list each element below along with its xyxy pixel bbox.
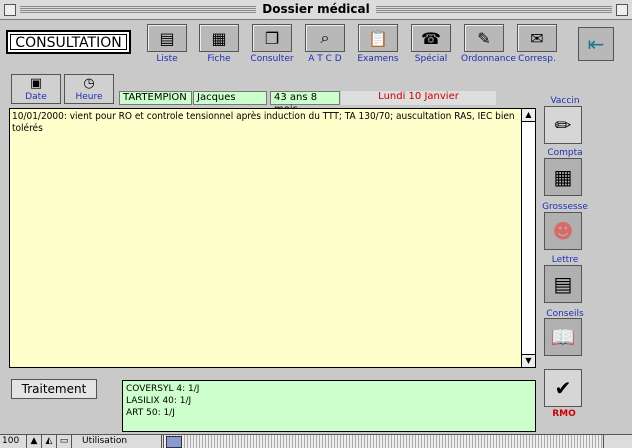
syringe-icon: ✏	[554, 113, 572, 137]
resize-grip-icon[interactable]	[603, 435, 632, 448]
baby-icon: ☻	[552, 219, 574, 243]
card-icon: ▦	[199, 24, 239, 52]
letter-icon: ▤	[553, 272, 573, 296]
conseils-button[interactable]: 📖	[544, 318, 582, 356]
date-button[interactable]: ▣ Date	[11, 74, 61, 104]
scroll-thumb[interactable]	[166, 436, 182, 448]
mode-indicator: CONSULTATION	[6, 30, 131, 54]
status-bar: 100 ▲ ◭ ▭ Utilisation	[0, 434, 632, 448]
zoom-box[interactable]	[616, 4, 628, 16]
toolbar-consulter-button[interactable]: ❐ Consulter	[249, 24, 295, 68]
grossesse-button[interactable]: ☻	[544, 212, 582, 250]
horizontal-scrollbar[interactable]	[163, 435, 602, 448]
envelope-plus-icon: ✉	[517, 24, 557, 52]
patient-first-name[interactable]: Jacques	[193, 91, 267, 105]
checkmark-tray-icon: ✔	[554, 376, 572, 400]
clock-icon: ◷	[83, 76, 95, 91]
scroll-up-arrow-icon[interactable]: ▲	[522, 109, 535, 122]
magnifier-icon: ⌕	[305, 24, 345, 52]
mode-status[interactable]: Utilisation	[72, 435, 162, 448]
patient-age: 43 ans 8 mois	[270, 91, 340, 115]
compta-label: Compta	[547, 148, 583, 158]
clipboard-icon: 📋	[358, 24, 398, 52]
heure-button[interactable]: ◷ Heure	[64, 74, 114, 104]
rmo-label: RMO	[552, 409, 576, 419]
mountain-large-icon[interactable]: ◭	[42, 435, 57, 448]
toolbar-special-button[interactable]: ☎ Spécial	[408, 24, 454, 68]
prescription-list[interactable]: COVERSYL 4: 1/J LASILIX 40: 1/J ART 50: …	[122, 380, 536, 432]
grossesse-label: Grossesse	[542, 202, 588, 212]
toolbar-examens-button[interactable]: 📋 Examens	[355, 24, 401, 68]
toolbar-fiche-button[interactable]: ▦ Fiche	[196, 24, 242, 68]
notes-scrollbar[interactable]: ▲ ▼	[521, 109, 535, 367]
calendar-icon: ▣	[29, 76, 43, 91]
layout-toggle-icon[interactable]: ▭	[57, 435, 72, 448]
notes-text[interactable]: 10/01/2000: vient pour RO et controle te…	[12, 111, 519, 135]
vaccin-button[interactable]: ✏	[544, 106, 582, 144]
mode-label: CONSULTATION	[10, 34, 127, 51]
list-icon: ▤	[147, 24, 187, 52]
toolbar-atcd-button[interactable]: ⌕ A T C D	[302, 24, 348, 68]
zoom-level[interactable]: 100	[0, 435, 27, 448]
traitement-button[interactable]: Traitement	[11, 379, 97, 399]
lettre-label: Lettre	[551, 255, 579, 265]
window-title: Dossier médical	[256, 2, 376, 16]
mountain-small-icon[interactable]: ▲	[27, 435, 42, 448]
toolbar-corresp-button[interactable]: ✉ Corresp.	[514, 24, 560, 68]
quill-icon: ✎	[464, 24, 504, 52]
consultation-notes[interactable]: 10/01/2000: vient pour RO et controle te…	[9, 108, 536, 368]
consultation-date: Lundi 10 Janvier	[341, 91, 496, 105]
patient-last-name[interactable]: TARTEMPION	[119, 91, 192, 105]
scroll-down-arrow-icon[interactable]: ▼	[522, 354, 535, 367]
exit-button[interactable]: ⇤	[578, 27, 614, 61]
toolbar-liste-button[interactable]: ▤ Liste	[144, 24, 190, 68]
prescription-item: LASILIX 40: 1/J	[126, 396, 192, 406]
lettre-button[interactable]: ▤	[544, 265, 582, 303]
fax-icon: ☎	[411, 24, 451, 52]
title-bar[interactable]: Dossier médical	[0, 0, 632, 20]
stack-icon: ❐	[252, 24, 292, 52]
vaccin-label: Vaccin	[550, 96, 580, 106]
calculator-icon: ▦	[553, 165, 573, 189]
book-icon: 📖	[550, 325, 576, 349]
rmo-button[interactable]: ✔	[544, 369, 582, 407]
exit-door-icon: ⇤	[587, 32, 605, 56]
prescription-item: ART 50: 1/J	[126, 408, 175, 418]
prescription-item: COVERSYL 4: 1/J	[126, 384, 200, 394]
toolbar-ordonnance-button[interactable]: ✎ Ordonnance	[461, 24, 516, 68]
compta-button[interactable]: ▦	[544, 158, 582, 196]
